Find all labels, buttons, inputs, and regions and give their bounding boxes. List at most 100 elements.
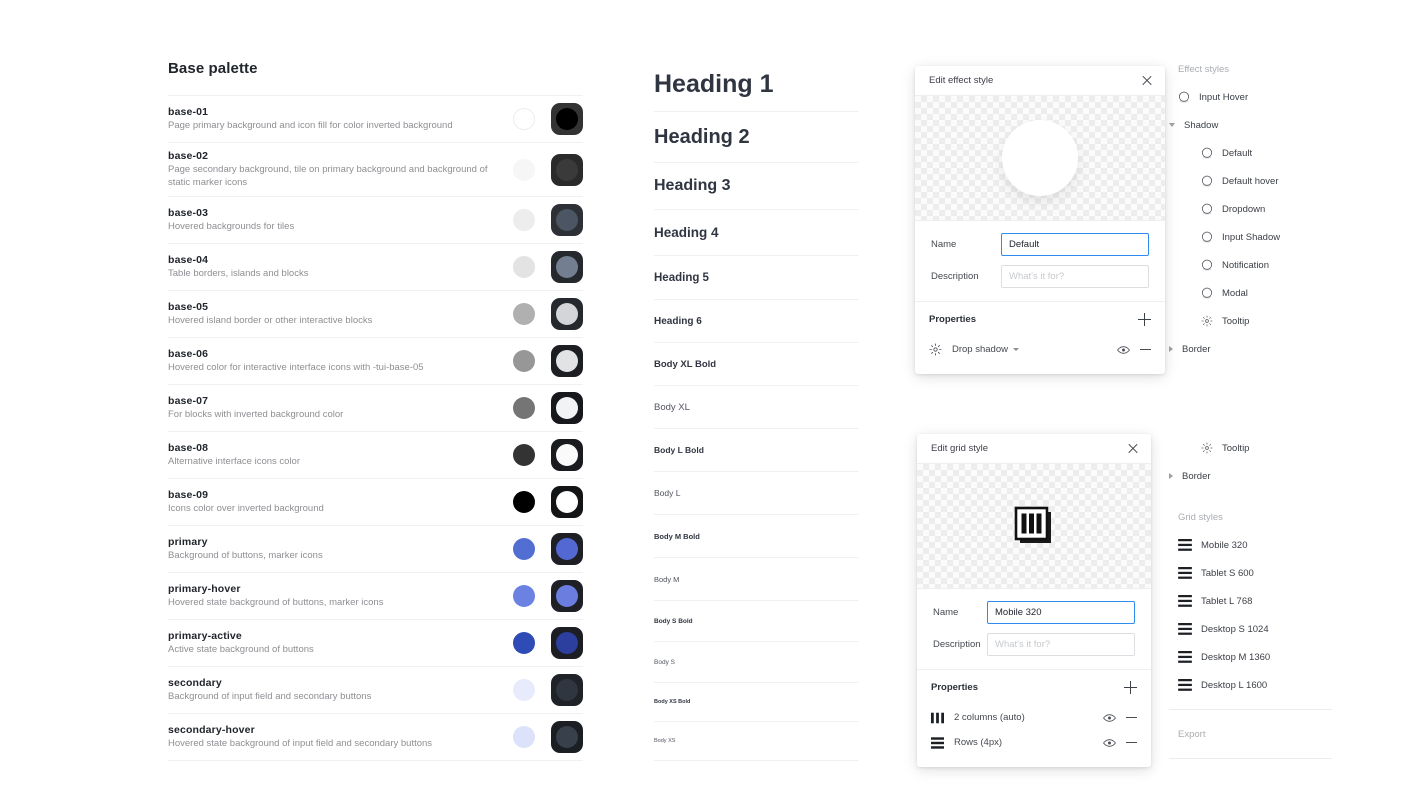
light-theme-swatch[interactable] bbox=[513, 209, 535, 232]
dark-theme-swatch[interactable] bbox=[551, 153, 583, 186]
chevron-down-icon[interactable] bbox=[1012, 348, 1019, 351]
remove-property-icon[interactable] bbox=[1140, 348, 1151, 351]
typography-row[interactable]: Heading 6 bbox=[654, 300, 859, 343]
effect-style-item[interactable]: Border bbox=[1163, 462, 1338, 490]
effect-styles-list: Input Hover Shadow Default Default hover Dro… bbox=[1163, 83, 1338, 363]
light-theme-swatch[interactable] bbox=[513, 444, 535, 467]
light-theme-swatch[interactable] bbox=[513, 726, 535, 749]
effect-style-item[interactable]: Tooltip bbox=[1163, 434, 1338, 462]
effect-style-item[interactable]: Shadow bbox=[1163, 111, 1338, 139]
palette-row[interactable]: base-03 Hovered backgrounds for tiles bbox=[168, 197, 583, 245]
effect-style-item[interactable]: Input Hover bbox=[1163, 83, 1338, 111]
light-theme-swatch[interactable] bbox=[513, 679, 535, 702]
dark-theme-swatch[interactable] bbox=[551, 103, 583, 135]
grid-style-item[interactable]: Desktop L 1600 bbox=[1163, 671, 1338, 699]
light-theme-swatch[interactable] bbox=[513, 158, 535, 181]
dark-theme-swatch[interactable] bbox=[551, 251, 583, 284]
dark-theme-swatch[interactable] bbox=[551, 486, 583, 519]
effect-style-item[interactable]: Modal bbox=[1163, 279, 1338, 307]
palette-row[interactable]: primary-active Active state background of… bbox=[168, 620, 583, 668]
property-row[interactable]: 2 columns (auto) bbox=[931, 705, 1137, 730]
chevron-right-icon[interactable] bbox=[1169, 473, 1173, 479]
light-theme-swatch[interactable] bbox=[513, 397, 535, 420]
grid-style-item[interactable]: Mobile 320 bbox=[1163, 531, 1338, 559]
grid-style-item[interactable]: Desktop M 1360 bbox=[1163, 643, 1338, 671]
typography-row[interactable]: Body XL bbox=[654, 386, 859, 429]
close-icon[interactable] bbox=[1141, 75, 1153, 87]
property-row[interactable]: Drop shadow bbox=[929, 337, 1151, 362]
palette-row[interactable]: base-05 Hovered island border or other in… bbox=[168, 291, 583, 339]
dark-theme-swatch[interactable] bbox=[551, 627, 583, 660]
typography-row[interactable]: Heading 1 bbox=[654, 58, 859, 112]
light-theme-swatch[interactable] bbox=[513, 632, 535, 655]
palette-row[interactable]: primary-hover Hovered state background of… bbox=[168, 573, 583, 621]
light-theme-swatch[interactable] bbox=[513, 350, 535, 373]
visibility-eye-icon[interactable] bbox=[1103, 713, 1116, 723]
chevron-down-icon[interactable] bbox=[1169, 123, 1175, 127]
typography-row[interactable]: Heading 5 bbox=[654, 256, 859, 300]
palette-row[interactable]: base-08 Alternative interface icons color bbox=[168, 432, 583, 480]
close-icon[interactable] bbox=[1127, 443, 1139, 455]
light-theme-swatch[interactable] bbox=[513, 585, 535, 608]
palette-row[interactable]: base-04 Table borders, islands and blocks bbox=[168, 244, 583, 292]
dark-theme-swatch[interactable] bbox=[551, 298, 583, 331]
grid-style-item[interactable]: Tablet L 768 bbox=[1163, 587, 1338, 615]
typography-row[interactable]: Body L bbox=[654, 472, 859, 515]
dark-theme-swatch[interactable] bbox=[551, 533, 583, 566]
grid-styles-heading: Grid styles bbox=[1178, 512, 1223, 523]
light-theme-swatch[interactable] bbox=[513, 538, 535, 561]
effect-style-item[interactable]: Input Shadow bbox=[1163, 223, 1338, 251]
typography-row[interactable]: Heading 4 bbox=[654, 210, 859, 256]
effect-style-item[interactable]: Border bbox=[1163, 335, 1338, 363]
grid-style-item[interactable]: Desktop S 1024 bbox=[1163, 615, 1338, 643]
grid-name-input[interactable] bbox=[987, 601, 1135, 624]
typography-row[interactable]: Body XL Bold bbox=[654, 343, 859, 386]
effect-style-item[interactable]: Dropdown bbox=[1163, 195, 1338, 223]
palette-row[interactable]: secondary Background of input field and s… bbox=[168, 667, 583, 715]
palette-row[interactable]: base-09 Icons color over inverted backgro… bbox=[168, 479, 583, 527]
typography-row[interactable]: Body L Bold bbox=[654, 429, 859, 472]
grid-style-item[interactable]: Tablet S 600 bbox=[1163, 559, 1338, 587]
property-row[interactable]: Rows (4px) bbox=[931, 730, 1137, 755]
palette-row[interactable]: base-07 For blocks with inverted backgrou… bbox=[168, 385, 583, 433]
typography-row[interactable]: Heading 2 bbox=[654, 112, 859, 163]
visibility-eye-icon[interactable] bbox=[1117, 345, 1130, 355]
light-theme-swatch[interactable] bbox=[513, 303, 535, 326]
light-theme-swatch[interactable] bbox=[513, 491, 535, 514]
typography-row[interactable]: Body S bbox=[654, 642, 859, 683]
typography-row[interactable]: Body M bbox=[654, 558, 859, 601]
remove-property-icon[interactable] bbox=[1126, 716, 1137, 719]
palette-row[interactable]: secondary-hover Hovered state background … bbox=[168, 714, 583, 762]
remove-property-icon[interactable] bbox=[1126, 741, 1137, 744]
palette-row[interactable]: base-01 Page primary background and icon … bbox=[168, 95, 583, 143]
typography-row[interactable]: Body XS bbox=[654, 722, 859, 761]
dark-theme-swatch[interactable] bbox=[551, 345, 583, 378]
typography-row[interactable]: Body XS Bold bbox=[654, 683, 859, 722]
effect-description-input[interactable] bbox=[1001, 265, 1149, 288]
grid-description-input[interactable] bbox=[987, 633, 1135, 656]
add-property-icon[interactable] bbox=[1124, 681, 1137, 694]
dark-theme-swatch[interactable] bbox=[551, 439, 583, 472]
effect-style-item[interactable]: Default bbox=[1163, 139, 1338, 167]
dark-theme-swatch[interactable] bbox=[551, 392, 583, 425]
effect-style-item[interactable]: Default hover bbox=[1163, 167, 1338, 195]
chevron-right-icon[interactable] bbox=[1169, 346, 1173, 352]
effect-name-input[interactable] bbox=[1001, 233, 1149, 256]
palette-row[interactable]: base-06 Hovered color for interactive int… bbox=[168, 338, 583, 386]
export-item[interactable]: Export bbox=[1163, 720, 1338, 748]
dark-theme-swatch[interactable] bbox=[551, 580, 583, 613]
palette-row[interactable]: base-02 Page secondary background, tile o… bbox=[168, 143, 583, 198]
typography-row[interactable]: Body S Bold bbox=[654, 601, 859, 642]
dark-theme-swatch[interactable] bbox=[551, 204, 583, 237]
effect-style-item[interactable]: Tooltip bbox=[1163, 307, 1338, 335]
add-property-icon[interactable] bbox=[1138, 313, 1151, 326]
light-theme-swatch[interactable] bbox=[513, 108, 535, 130]
palette-row[interactable]: primary Background of buttons, marker ico… bbox=[168, 526, 583, 574]
light-theme-swatch[interactable] bbox=[513, 256, 535, 279]
dark-theme-swatch[interactable] bbox=[551, 721, 583, 754]
visibility-eye-icon[interactable] bbox=[1103, 738, 1116, 748]
effect-style-item[interactable]: Notification bbox=[1163, 251, 1338, 279]
typography-row[interactable]: Body M Bold bbox=[654, 515, 859, 558]
dark-theme-swatch[interactable] bbox=[551, 674, 583, 707]
typography-row[interactable]: Heading 3 bbox=[654, 163, 859, 210]
